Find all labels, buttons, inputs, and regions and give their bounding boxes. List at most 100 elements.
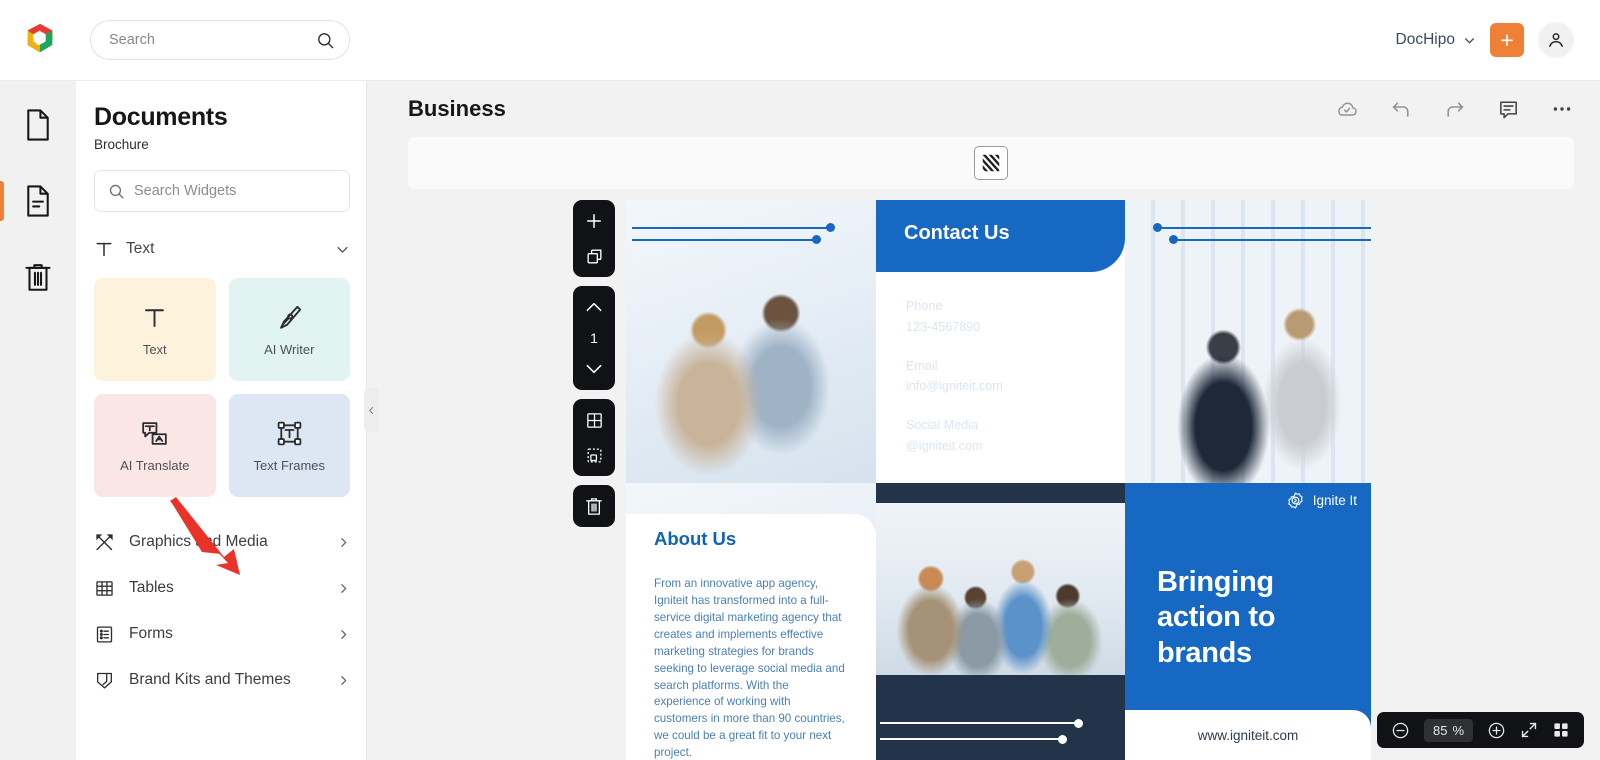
cloud-save-button[interactable] [1335,97,1359,121]
next-page-button[interactable] [581,357,607,381]
cloud-check-icon [1338,102,1357,116]
editor-toolbar [1335,97,1574,121]
zoom-in-button[interactable] [1487,721,1506,740]
chevron-down-icon[interactable] [335,242,350,257]
search-input[interactable] [109,32,316,48]
more-options-button[interactable] [1550,97,1574,121]
brochure-contact-panel[interactable]: Contact Us Phone 123-4567890 Email info@… [876,200,1125,483]
chevron-right-icon [341,675,347,685]
widget-search-input[interactable] [134,183,336,199]
add-page-button[interactable] [581,209,607,233]
create-new-button[interactable]: + [1490,23,1524,57]
widget-search[interactable] [94,170,350,212]
about-body: From an innovative app agency, Igniteit … [654,577,845,760]
brochure-photo-meeting[interactable] [626,200,876,483]
widget-group-text[interactable]: Text [94,232,350,266]
expand-icon [1521,722,1537,738]
brochure-photo-team[interactable] [876,503,1125,675]
contact-entry-email: Email info@igniteit.com [906,356,1003,398]
canvas-area: 1 Contact Us Phone 123-4567890 Email inf… [367,189,1600,760]
contact-label: Phone [906,299,943,313]
account-avatar-button[interactable] [1538,22,1574,58]
logo-container[interactable] [0,21,80,59]
selection-icon [587,448,601,462]
grid-view-button[interactable] [1552,721,1570,739]
panel-collapse-handle[interactable] [364,388,379,432]
form-icon [96,625,113,643]
current-page-number: 1 [590,330,598,346]
workspace-selector[interactable]: DocHipo [1396,31,1476,49]
widget-card-text-frames[interactable]: Text Frames [228,394,350,497]
cta-headline: Bringing action to brands [1157,566,1276,669]
plus-circle-icon [1488,722,1505,738]
category-forms[interactable]: Forms [94,611,350,657]
table-icon [96,580,113,596]
rail-item-pages[interactable] [0,97,76,153]
document-lines-icon [27,185,49,217]
dochipo-logo-icon [27,23,53,53]
delete-page-button[interactable] [581,494,607,518]
category-brand-kits-and-themes[interactable]: Brand Kits and Themes [94,657,350,703]
deco-dot [826,223,835,232]
workspace-label: DocHipo [1395,31,1455,48]
contact-label: Email [906,358,938,373]
text-frame-icon [277,421,302,445]
redo-button[interactable] [1443,97,1467,121]
rail-item-documents[interactable] [0,173,76,229]
chevron-right-icon [341,629,347,639]
previous-page-button[interactable] [581,295,607,319]
brochure-about-panel[interactable]: About Us From an innovative app agency, … [626,514,876,760]
widget-cards-grid: Text AI Writer AI Translate Text Frames [94,278,350,497]
deco-dot [812,235,821,244]
deco-line [632,227,830,229]
category-tables[interactable]: Tables [94,565,350,611]
contact-header-band: Contact Us [876,200,1125,272]
page-delete-group [573,485,615,527]
chevron-up-icon [586,302,602,312]
widget-card-label: Text [142,341,167,357]
category-graphics-and-media[interactable]: Graphics and Media [94,519,350,565]
undo-button[interactable] [1389,97,1413,121]
deco-line [1157,227,1371,229]
deco-dot-white [1058,735,1067,744]
comments-button[interactable] [1497,98,1520,121]
graphics-media-icon [96,533,113,550]
widget-card-ai-translate[interactable]: AI Translate [94,394,216,497]
brochure-canvas[interactable]: Contact Us Phone 123-4567890 Email info@… [626,200,1371,760]
panel-subtitle: Brochure [94,137,149,152]
duplicate-page-button[interactable] [581,244,607,268]
rail-item-trash[interactable] [0,249,76,305]
zoom-unit: % [1452,722,1464,738]
widget-card-ai-writer[interactable]: AI Writer [228,278,350,381]
category-label: Graphics and Media [129,533,268,550]
brochure-cta-panel[interactable]: Ignite It Bringing action to brands www.… [1125,483,1371,760]
website-bar: www.igniteit.com [1125,710,1371,760]
duplicate-icon [586,248,602,264]
widget-card-text[interactable]: Text [94,278,216,381]
widget-categories: Graphics and Media Tables Forms Brand Ki… [94,519,350,703]
global-search[interactable] [90,20,350,60]
grid-view-icon [1554,723,1568,737]
editor-area: Business 1 Contact Us Phone 123-4567890 … [367,81,1600,760]
page-thumbnail-strip [408,137,1574,189]
contact-label: Social Media [906,418,979,433]
brand-badge: Ignite It [1269,483,1371,517]
category-label: Tables [129,579,174,596]
deco-dot-white [1074,719,1083,728]
chevron-left-icon [369,406,374,414]
fullscreen-button[interactable] [1520,721,1538,739]
zoom-percent: 85 [1432,722,1448,738]
selection-mode-button[interactable] [581,443,607,467]
grid-icon [586,412,602,428]
plus-icon: + [1500,26,1514,53]
grid-layout-button[interactable] [581,408,607,432]
zoom-out-button[interactable] [1391,721,1410,740]
ellipsis-icon [1553,107,1571,111]
zoom-value-display[interactable]: 85 % [1423,718,1473,742]
search-icon [318,32,334,48]
brochure-photo-office[interactable] [1125,200,1371,483]
contact-title: Contact Us [904,222,1010,244]
deco-line-white [880,722,1076,724]
page-thumbnail-1[interactable] [974,146,1008,180]
chevron-down-icon [1465,37,1474,43]
